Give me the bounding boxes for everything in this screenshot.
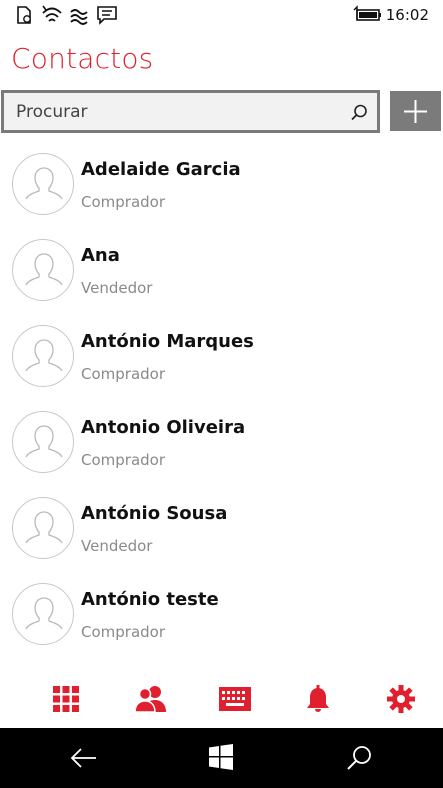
clock: 16:02 [385, 6, 429, 24]
contact-role: Comprador [81, 193, 166, 211]
gear-icon[interactable] [386, 684, 418, 716]
person-icon [25, 167, 63, 200]
plus-icon [404, 100, 427, 123]
contact-role: Vendedor [81, 279, 153, 297]
contact-name: Ana [81, 245, 120, 266]
data-icon [68, 4, 90, 26]
wifi-icon [40, 4, 62, 26]
person-icon [25, 597, 63, 630]
list-item[interactable]: Antonio Oliveira Comprador [0, 408, 443, 494]
list-item[interactable]: Ana Vendedor [0, 236, 443, 322]
list-item[interactable]: António Sousa Vendedor [0, 494, 443, 580]
list-item[interactable]: António Marques Comprador [0, 322, 443, 408]
battery-saver-icon [14, 4, 36, 26]
person-icon [25, 339, 63, 372]
avatar [12, 239, 74, 301]
search-box[interactable] [1, 90, 380, 133]
avatar [12, 497, 74, 559]
avatar [12, 583, 74, 645]
contact-name: António Sousa [81, 503, 228, 524]
windows-icon[interactable] [208, 744, 236, 772]
contact-role: Comprador [81, 623, 166, 641]
add-contact-button[interactable] [390, 91, 441, 131]
apps-grid-icon[interactable] [51, 684, 83, 716]
list-item[interactable]: António teste Comprador [0, 580, 443, 666]
message-icon [96, 4, 118, 26]
contacts-screen: 16:02 Contactos Adelaide Garcia Comprado… [0, 0, 443, 788]
avatar [12, 411, 74, 473]
contact-role: Comprador [81, 365, 166, 383]
search-icon[interactable] [345, 744, 373, 772]
avatar [12, 153, 74, 215]
page-title: Contactos [11, 42, 154, 75]
search-input[interactable] [16, 100, 336, 124]
avatar [12, 325, 74, 387]
contact-list: Adelaide Garcia Comprador Ana Vendedor A… [0, 150, 443, 666]
person-icon [25, 511, 63, 544]
bell-icon[interactable] [305, 684, 331, 716]
contact-name: Adelaide Garcia [81, 159, 241, 180]
person-icon [25, 253, 63, 286]
status-bar: 16:02 [0, 0, 443, 32]
contact-role: Vendedor [81, 537, 153, 555]
nav-bar [0, 728, 443, 788]
keyboard-icon[interactable] [218, 684, 252, 716]
contact-role: Comprador [81, 451, 166, 469]
contact-name: António Marques [81, 331, 254, 352]
app-bar [0, 672, 443, 728]
search-icon[interactable] [349, 103, 369, 123]
person-icon [25, 425, 63, 458]
contacts-icon[interactable] [135, 684, 167, 716]
back-icon[interactable] [70, 744, 98, 772]
battery-icon [351, 4, 383, 26]
contact-name: Antonio Oliveira [81, 417, 246, 438]
list-item[interactable]: Adelaide Garcia Comprador [0, 150, 443, 236]
contact-name: António teste [81, 589, 219, 610]
